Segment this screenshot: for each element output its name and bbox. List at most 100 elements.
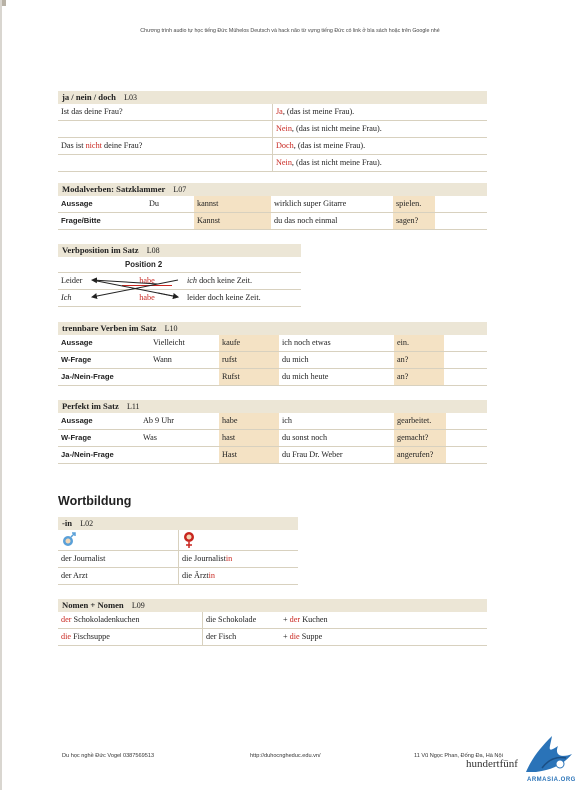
box-title: trennbare Verben im Satz: [62, 323, 157, 333]
prefix-cell: ein.: [394, 335, 444, 351]
cell: Ab 9 Uhr: [143, 416, 174, 425]
verb-end-cell: sagen?: [393, 213, 435, 229]
table-row: W-Frage Was hast du sonst noch gemacht?: [58, 430, 487, 447]
row-label: Ja-/Nein-Frage: [61, 372, 114, 381]
participle-cell: angerufen?: [394, 447, 446, 463]
participle-cell: gearbeitet.: [394, 413, 446, 429]
second-noun: + der Kuchen: [283, 615, 328, 624]
box-header: Nomen + Nomen L09: [58, 599, 487, 612]
question: Ist das deine Frau?: [61, 107, 123, 116]
male-person-icon: [63, 532, 76, 546]
row-label: Aussage: [61, 199, 93, 208]
table-row: W-Frage Wann rufst du mich an?: [58, 352, 487, 369]
answer: Nein, (das ist nicht meine Frau).: [272, 155, 382, 171]
table-row: Ja-/Nein-Frage Rufst du mich heute an?: [58, 369, 487, 386]
lesson-code: L08: [146, 246, 160, 255]
icon-row: [58, 530, 298, 551]
table-row: Nein, (das ist nicht meine Frau).: [58, 121, 487, 138]
table-row: Aussage Ab 9 Uhr habe ich gearbeitet.: [58, 413, 487, 430]
lesson-code: L03: [124, 93, 138, 102]
compound-noun: der Schokoladenkuchen: [61, 615, 140, 624]
top-note: Chương trình audio tự học tiếng Đức Mühe…: [140, 28, 440, 34]
table-row: Ja-/Nein-Frage Hast du Frau Dr. Weber an…: [58, 447, 487, 464]
in-suffix-box: -in L02 der Journalist die Journalistin …: [58, 517, 298, 585]
verb-cell: hast: [219, 430, 279, 446]
first-noun: die Schokolade: [202, 612, 280, 628]
cell: du mich: [282, 355, 309, 364]
footer-link[interactable]: http://duhocngheduc.edu.vn/: [250, 753, 321, 759]
cell: du sonst noch: [282, 433, 328, 442]
lesson-code: L11: [126, 402, 140, 411]
box-title: Perfekt im Satz: [62, 401, 119, 411]
scan-edge-left: [0, 0, 2, 790]
cell: du Frau Dr. Weber: [282, 450, 343, 459]
cell: Vielleicht: [153, 338, 185, 347]
box-header: Perfekt im Satz L11: [58, 400, 487, 413]
verb-cell: Kannst: [194, 213, 271, 229]
perfekt-box: Perfekt im Satz L11 Aussage Ab 9 Uhr hab…: [58, 400, 487, 464]
verb-cell: kannst: [194, 196, 271, 212]
row-label: Aussage: [61, 416, 93, 425]
lesson-code: L07: [173, 185, 187, 194]
answer: Doch, (das ist meine Frau).: [272, 138, 365, 154]
masculine-noun: der Journalist: [61, 554, 106, 563]
table-row: die Fischsuppe der Fisch + die Suppe: [58, 629, 487, 646]
lesson-code: L10: [164, 324, 178, 333]
prefix-cell: an?: [394, 352, 444, 368]
answer: Nein, (das ist nicht meine Frau).: [272, 121, 382, 137]
verb-cell: rufst: [219, 352, 279, 368]
table-row: Nein, (das ist nicht meine Frau).: [58, 155, 487, 172]
section-title: Wortbildung: [58, 494, 132, 508]
brand-name: hundertfünf: [466, 758, 518, 770]
table-row: Frage/Bitte Kannst du das noch einmal sa…: [58, 213, 487, 230]
verb-cell: kaufe: [219, 335, 279, 351]
first-noun: der Fisch: [202, 629, 280, 645]
participle-cell: gemacht?: [394, 430, 446, 446]
box-header: -in L02: [58, 517, 298, 530]
cell: ich noch etwas: [282, 338, 331, 347]
ja-nein-doch-box: ja / nein / doch L03 Ist das deine Frau?…: [58, 91, 487, 172]
verb-end-cell: spielen.: [393, 196, 435, 212]
cell: Wann: [153, 355, 172, 364]
box-title: -in: [62, 518, 73, 528]
box-header: Modalverben: Satzklammer L07: [58, 183, 487, 196]
modalverben-box: Modalverben: Satzklammer L07 Aussage Du …: [58, 183, 487, 230]
table-row: Ist das deine Frau? Ja, (das ist meine F…: [58, 104, 487, 121]
compound-noun: die Fischsuppe: [61, 632, 110, 641]
cell: Du: [149, 199, 160, 208]
bird-logo-icon: [526, 736, 572, 772]
table-row: Position 2: [58, 257, 301, 273]
cell: du mich heute: [282, 372, 329, 381]
trennbare-verben-box: trennbare Verben im Satz L10 Aussage Vie…: [58, 322, 487, 386]
lesson-code: L09: [131, 601, 145, 610]
table-row: der Schokoladenkuchen die Schokolade + d…: [58, 612, 487, 629]
swap-arrows-icon: [91, 277, 179, 299]
table-row: der Journalist die Journalistin: [58, 551, 298, 568]
female-icon-cell: [178, 530, 198, 550]
watermark: ARMASIA.ORG: [527, 777, 576, 783]
box-title: Nomen + Nomen: [62, 600, 124, 610]
cell: wirklich super Gitarre: [274, 199, 347, 208]
footer-left: Du học nghề Đức Vogel 0387569513: [62, 753, 155, 759]
table-row: Aussage Du kannst wirklich super Gitarre…: [58, 196, 487, 213]
male-icon-cell: [58, 530, 178, 550]
box-title: Verbposition im Satz: [62, 245, 139, 255]
box-header: Verbposition im Satz L08: [58, 244, 301, 257]
box-title: ja / nein / doch: [62, 92, 116, 102]
answer: Ja, (das ist meine Frau).: [272, 104, 354, 120]
row-label: W-Frage: [61, 355, 92, 364]
verb-cell: habe: [219, 413, 279, 429]
box-title: Modalverben: Satzklammer: [62, 184, 166, 194]
question: Das ist nicht deine Frau?: [61, 141, 143, 150]
row-label: W-Frage: [61, 433, 92, 442]
verb-cell: Hast: [219, 447, 279, 463]
lesson-code: L02: [80, 519, 94, 528]
verb-cell: Rufst: [219, 369, 279, 385]
second-noun: + die Suppe: [283, 632, 323, 641]
box-header: trennbare Verben im Satz L10: [58, 322, 487, 335]
cell: ich: [282, 416, 293, 425]
nomen-nomen-box: Nomen + Nomen L09 der Schokoladenkuchen …: [58, 599, 487, 646]
row-label: Frage/Bitte: [61, 216, 101, 225]
position-label: Position 2: [125, 260, 163, 269]
verbposition-box: Verbposition im Satz L08 Position 2 Leid…: [58, 244, 301, 307]
